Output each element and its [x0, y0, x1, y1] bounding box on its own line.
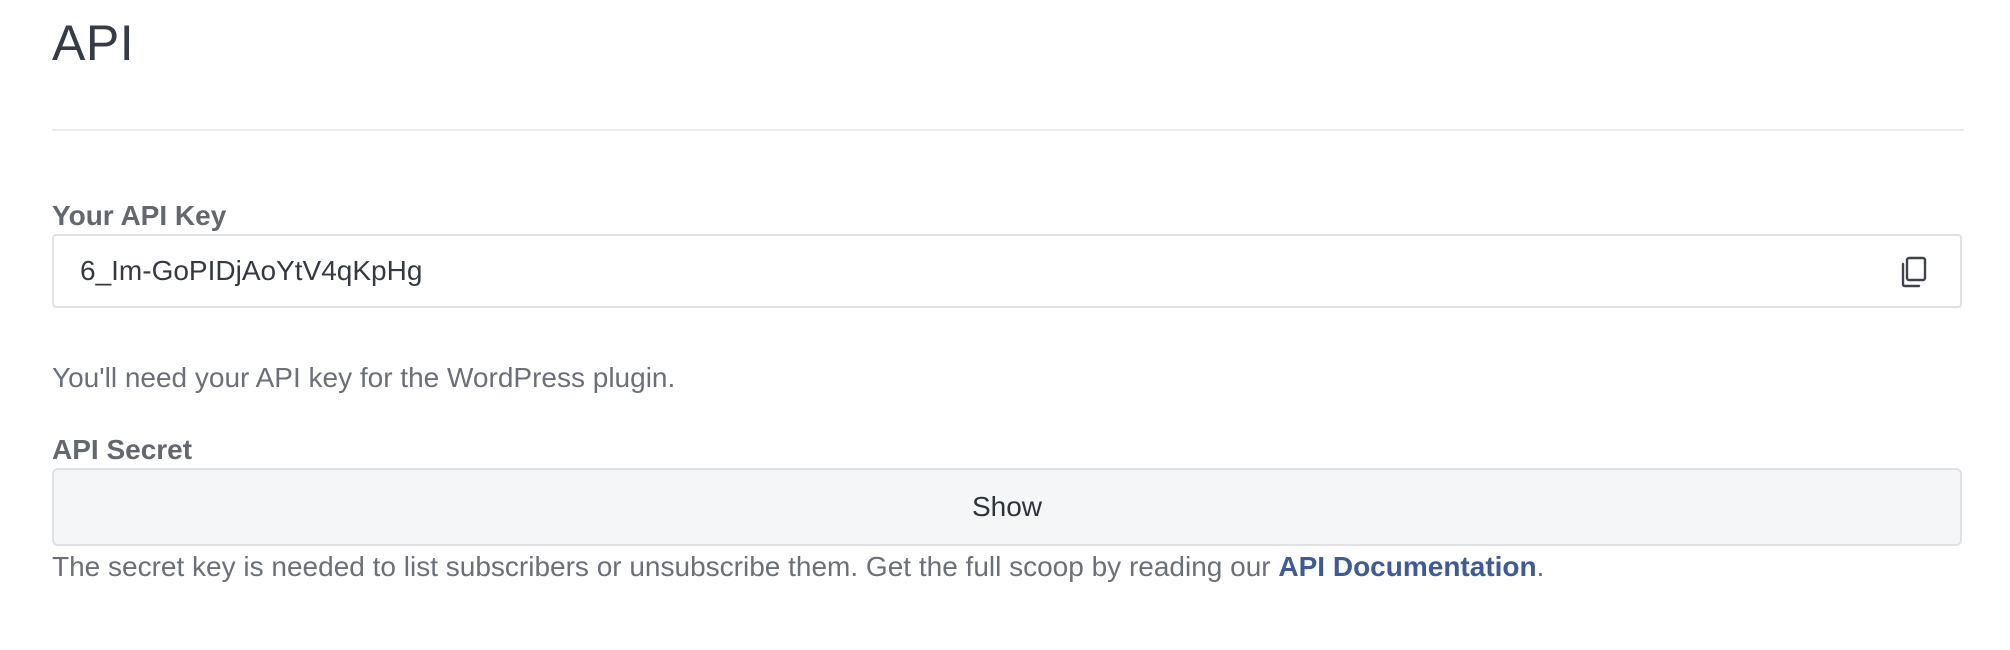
api-secret-help-text: The secret key is needed to list subscri…	[52, 550, 1544, 584]
api-key-help-text: You'll need your API key for the WordPre…	[52, 362, 676, 393]
api-settings-page: API Your API Key 6_Im-GoPIDjAoYtV4qKpHg …	[0, 0, 2010, 650]
api-key-field[interactable]: 6_Im-GoPIDjAoYtV4qKpHg	[52, 234, 1962, 308]
copy-icon[interactable]	[1898, 256, 1928, 288]
api-secret-help-text-after: .	[1536, 551, 1545, 582]
api-secret-label: API Secret	[52, 434, 193, 465]
api-secret-help-text-before: The secret key is needed to list subscri…	[52, 551, 1279, 582]
api-key-value[interactable]: 6_Im-GoPIDjAoYtV4qKpHg	[80, 236, 422, 306]
divider	[52, 129, 1964, 131]
show-secret-button[interactable]: Show	[52, 468, 1962, 546]
api-documentation-link[interactable]: API Documentation	[1278, 551, 1536, 582]
page-title: API	[52, 15, 135, 71]
api-key-label: Your API Key	[52, 200, 227, 231]
